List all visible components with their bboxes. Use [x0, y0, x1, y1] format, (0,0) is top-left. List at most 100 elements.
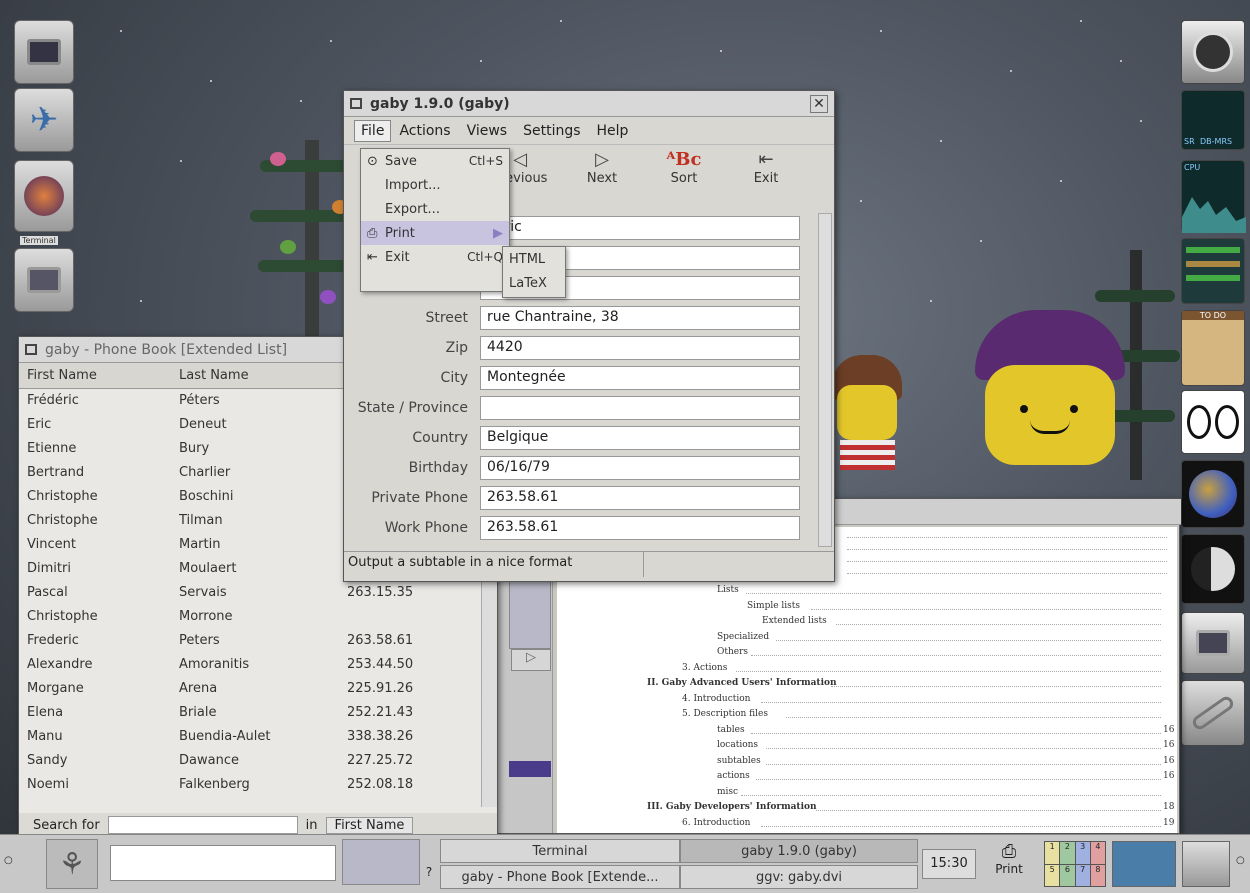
file-menu-item-exit[interactable]: ⇤ Exit Ctl+Q	[361, 245, 509, 269]
next-button[interactable]: ▷ Next	[566, 149, 638, 186]
gnome-foot-applet-icon[interactable]	[1181, 20, 1245, 84]
form-scrollbar[interactable]	[818, 213, 832, 547]
menu-file[interactable]: File	[354, 119, 392, 142]
workspace-cell[interactable]: 1	[1045, 842, 1060, 864]
table-row[interactable]: Alexandre Amoranitis 253.44.50	[19, 653, 497, 677]
table-row[interactable]: Pascal Servais 263.15.35	[19, 581, 497, 605]
field-input[interactable]: rue Chantraine, 38	[480, 306, 800, 330]
workspace-cell[interactable]: 3	[1075, 842, 1090, 864]
task-phonebook[interactable]: gaby - Phone Book [Extende...	[440, 865, 680, 889]
field-input[interactable]	[480, 396, 800, 420]
table-row[interactable]: Manu Buendia-Aulet 338.38.26	[19, 725, 497, 749]
menu-help[interactable]: Help	[589, 121, 637, 141]
toc-entry: Lists	[717, 585, 739, 595]
table-row[interactable]: Morgane Arena 225.91.26	[19, 677, 497, 701]
field-input[interactable]: 263.58.61	[480, 516, 800, 540]
paperclip-icon[interactable]	[1181, 680, 1245, 746]
column-first-name[interactable]: First Name	[19, 368, 171, 383]
workspace-cell[interactable]: 4	[1090, 842, 1105, 864]
field-label: Street	[425, 310, 468, 326]
last-name-cell: Péters	[179, 393, 220, 408]
workspace-cell[interactable]: 7	[1075, 864, 1090, 886]
file-menu-item-export[interactable]: Export...	[361, 197, 509, 221]
file-menu-item-save[interactable]: ⊙ Save Ctl+S	[361, 149, 509, 173]
fish-applet-icon[interactable]	[1112, 841, 1176, 887]
exit-icon: ⇤	[758, 149, 774, 170]
menu-views[interactable]: Views	[459, 121, 516, 141]
field-input[interactable]: Montegnée	[480, 366, 800, 390]
workspace-cell[interactable]: 2	[1060, 842, 1075, 864]
next-page-button[interactable]: ▷	[511, 649, 551, 671]
close-icon[interactable]: ✕	[810, 94, 828, 113]
form-row: City Montegnée	[352, 363, 820, 393]
computer-icon[interactable]	[14, 248, 74, 312]
table-row[interactable]: Elena Briale 252.21.43	[19, 701, 497, 725]
phone-cell: 253.44.50	[347, 657, 414, 672]
toc-entry: 4. Introduction	[682, 693, 751, 704]
phone-cell: 263.58.61	[347, 633, 414, 648]
todo-notes-icon[interactable]: TO DO	[1181, 310, 1245, 386]
phone-cell: 263.15.35	[347, 585, 414, 600]
workspace-pager[interactable]: 1234 5678	[1044, 841, 1106, 887]
moon-phase-icon[interactable]	[1181, 534, 1245, 604]
bird-launcher-icon[interactable]	[1182, 841, 1230, 887]
panel-entry[interactable]	[110, 845, 336, 881]
monitor-icon[interactable]	[14, 20, 74, 84]
search-field-select[interactable]: First Name	[325, 816, 414, 834]
table-row[interactable]: Noemi Falkenberg 252.08.18	[19, 773, 497, 797]
search-input[interactable]	[107, 816, 298, 834]
field-input[interactable]: 4420	[480, 336, 800, 360]
workspace-cell[interactable]: 6	[1060, 864, 1075, 886]
menu-actions[interactable]: Actions	[391, 121, 458, 141]
file-menu-item-print[interactable]: ⎙ Print ▶	[361, 221, 509, 245]
table-row[interactable]: Frederic Peters 263.58.61	[19, 629, 497, 653]
menu-settings[interactable]: Settings	[515, 121, 588, 141]
window-menu-icon[interactable]	[350, 98, 362, 109]
globe-icon[interactable]	[1181, 460, 1245, 528]
terminal-launcher[interactable]	[14, 160, 74, 232]
field-input[interactable]: 06/16/79	[480, 456, 800, 480]
page-list[interactable]	[509, 579, 551, 649]
field-input[interactable]: 263.58.61	[480, 486, 800, 510]
xeyes-icon[interactable]	[1181, 390, 1245, 454]
task-gaby-label: gaby 1.9.0 (gaby)	[741, 843, 857, 859]
print-latex-item[interactable]: LaTeX	[503, 271, 565, 295]
computer-dock-icon[interactable]	[1181, 612, 1245, 674]
toc-page-number: 16	[1163, 755, 1175, 766]
table-row[interactable]: Sandy Dawance 227.25.72	[19, 749, 497, 773]
field-input[interactable]: Belgique	[480, 426, 800, 450]
exit-button[interactable]: ⇤ Exit	[730, 149, 802, 186]
gnome-foot-menu-icon[interactable]: ⚘	[46, 839, 98, 889]
print-applet[interactable]: ⎙ Print	[984, 841, 1034, 889]
printer-icon: ⎙	[1001, 841, 1017, 862]
bird-icon[interactable]: ✈	[14, 88, 74, 152]
sort-button[interactable]: ᴬBc Sort	[648, 149, 720, 186]
clock[interactable]: 15:30	[922, 849, 976, 879]
help-icon[interactable]: ?	[420, 865, 438, 887]
task-gaby[interactable]: gaby 1.9.0 (gaby)	[680, 839, 918, 863]
task-ggv[interactable]: ggv: gaby.dvi	[680, 865, 918, 889]
star	[720, 50, 722, 52]
last-name-cell: Martin	[179, 537, 221, 552]
gaby-titlebar[interactable]: gaby 1.9.0 (gaby) ✕	[344, 91, 834, 117]
task-terminal-label: Terminal	[532, 843, 588, 859]
window-menu-icon[interactable]	[25, 344, 37, 355]
panel-hide-right[interactable]: ○	[1236, 855, 1245, 866]
gnome-panel: ○ ⚘ ? Terminal gaby 1.9.0 (gaby) gaby - …	[0, 834, 1250, 893]
last-name-cell: Morrone	[179, 609, 233, 624]
panel-hide-left[interactable]: ○	[4, 855, 13, 866]
workspace-cell[interactable]: 8	[1090, 864, 1105, 886]
workspace-cell[interactable]: 5	[1045, 864, 1060, 886]
desktop-pager-thumbs[interactable]	[342, 839, 420, 885]
toc-entry: actions	[717, 771, 750, 781]
field-input[interactable]: déric	[480, 216, 800, 240]
task-terminal[interactable]: Terminal	[440, 839, 680, 863]
column-last-name[interactable]: Last Name	[171, 368, 339, 383]
toc-leader	[761, 825, 1161, 827]
star	[1120, 60, 1122, 62]
star	[330, 40, 332, 42]
search-label: Search for	[33, 817, 100, 833]
print-html-item[interactable]: HTML	[503, 247, 565, 271]
table-row[interactable]: Christophe Morrone	[19, 605, 497, 629]
file-menu-item-import[interactable]: Import...	[361, 173, 509, 197]
